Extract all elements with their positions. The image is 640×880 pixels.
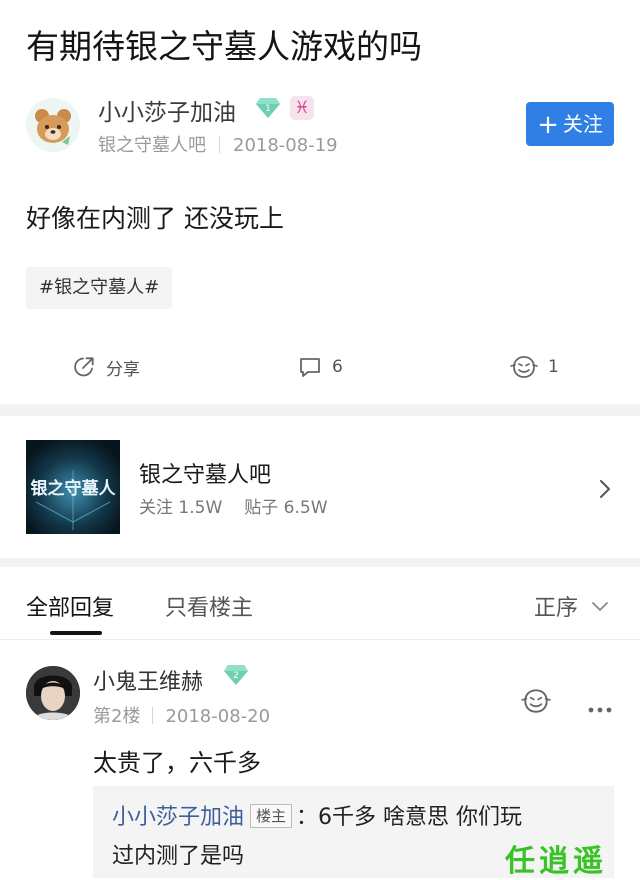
like-button[interactable]: 1 [510,352,559,382]
post-title: 有期待银之守墓人游戏的吗 [26,27,422,66]
posts-label: 贴子 [244,498,279,518]
posts-count: 6.5W [283,498,328,518]
reply-avatar[interactable] [26,666,80,720]
author-avatar[interactable] [26,98,80,152]
sort-label: 正序 [534,596,579,621]
followers-count: 1.5W [178,498,223,518]
comment-button[interactable]: 6 [298,352,343,382]
share-label: 分享 [106,359,140,380]
quoted-text-2: 过内测了是吗 [112,844,245,869]
watermark: 任逍遥 [505,844,607,879]
forum-stats: 关注 1.5W 贴子 6.5W [139,493,328,518]
forum-name[interactable]: 银之守墓人吧 [139,457,271,489]
level-number: 2 [233,671,239,681]
author-name[interactable]: 小小莎子加油 [98,93,236,127]
comment-count: 6 [332,357,343,377]
comment-icon [300,358,320,377]
reply-author[interactable]: 小鬼王维赫 [93,664,203,696]
tab-op-only[interactable]: 只看楼主 [165,590,253,622]
sort-dropdown[interactable]: 正序 [534,590,609,622]
user-photo-avatar [26,666,80,720]
section-divider [0,404,640,416]
reply-like-button[interactable] [521,688,551,718]
topic-tag[interactable]: #银之守墓人# [26,267,173,309]
active-tab-indicator [50,631,102,635]
bear-avatar-icon [26,98,80,152]
post-body: 好像在内测了 还没玩上 [26,204,284,233]
pisces-zodiac-icon: ♓ [290,96,314,120]
like-face-icon [521,689,551,713]
plus-icon: + [537,110,559,140]
post-meta: 银之守墓人吧 2018-08-19 [98,131,338,157]
forum-cover-image[interactable]: 银之守墓人 [26,440,120,534]
follow-button[interactable]: + 关注 [526,102,614,146]
post-date: 2018-08-19 [233,135,338,156]
like-face-icon [510,356,538,378]
level-gem-icon: 2 [224,664,248,686]
tab-all-replies[interactable]: 全部回复 [26,590,114,622]
level-gem-icon: 1 [256,97,280,119]
op-badge: 楼主 [250,804,293,828]
forum-link[interactable]: 银之守墓人吧 [98,135,206,156]
more-options-icon[interactable] [588,699,612,718]
divider [219,136,220,153]
quoted-text-1: 6千多 啥意思 你们玩 [318,805,523,830]
reply-tabs: 全部回复 只看楼主 正序 [0,567,640,640]
quoted-reply-line1: 小小莎子加油 楼主 ：6千多 啥意思 你们玩 [112,799,522,831]
share-icon [74,357,94,377]
like-count: 1 [548,357,559,377]
reply-date: 2018-08-20 [165,706,271,727]
reply-text: 太贵了，六千多 [93,749,261,777]
divider [152,707,154,724]
followers-label: 关注 [139,498,173,518]
quoted-user[interactable]: 小小莎子加油 [112,805,244,830]
cover-text: 银之守墓人 [31,478,117,499]
reply-meta: 第2楼 2018-08-20 [93,702,270,728]
colon: ： [296,805,319,830]
chevron-right-icon[interactable] [598,478,612,504]
chevron-down-icon [592,602,608,611]
follow-label: 关注 [562,112,603,136]
level-number: 1 [265,104,271,114]
section-divider [0,558,640,567]
share-button[interactable]: 分享 [72,352,140,382]
floor-number: 第2楼 [93,706,141,727]
game-logo-image: 银之守墓人 [26,440,120,534]
